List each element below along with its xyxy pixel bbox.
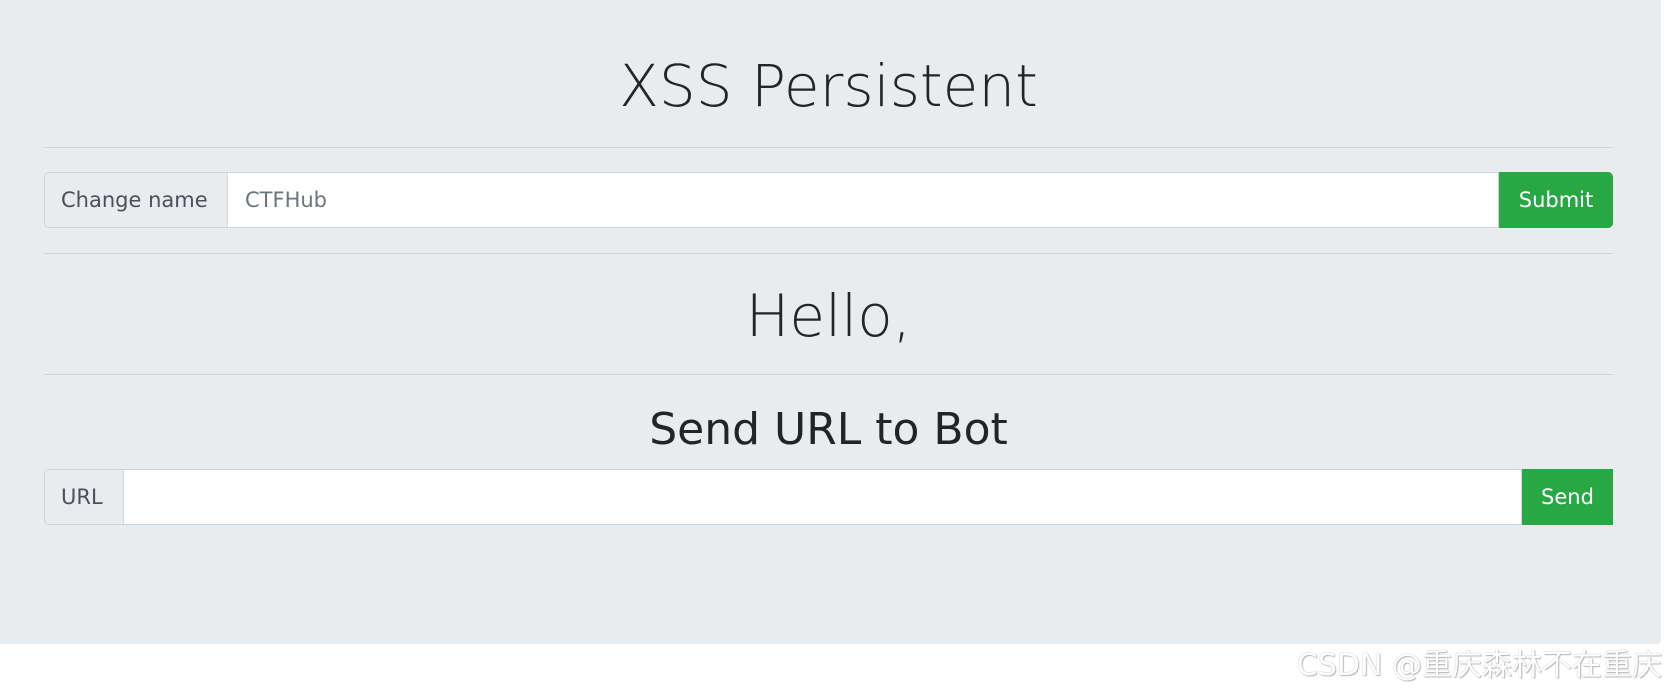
change-name-label: Change name — [44, 172, 227, 228]
url-input[interactable] — [123, 469, 1522, 525]
page-title: XSS Persistent — [619, 52, 1038, 120]
greeting: Hello, — [745, 282, 912, 350]
divider — [44, 147, 1613, 148]
name-input[interactable] — [227, 172, 1499, 228]
send-url-form: URL Send — [44, 469, 1613, 525]
send-button[interactable]: Send — [1522, 469, 1613, 525]
divider — [44, 374, 1613, 375]
divider — [44, 253, 1613, 254]
watermark: CSDN @重庆森林不在重庆 — [1296, 648, 1662, 683]
bot-heading: Send URL to Bot — [649, 404, 1008, 455]
submit-button[interactable]: Submit — [1499, 172, 1613, 228]
change-name-form: Change name Submit — [44, 172, 1613, 228]
jumbotron: XSS Persistent Change name Submit Hello,… — [0, 0, 1661, 644]
url-label: URL — [44, 469, 123, 525]
